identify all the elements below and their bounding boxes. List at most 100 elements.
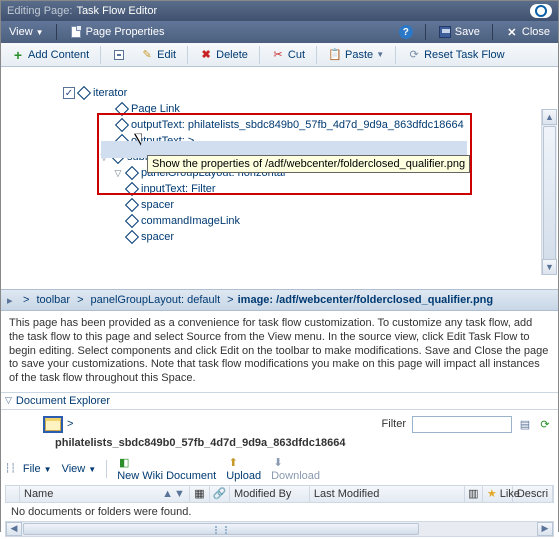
tree-node-iterator[interactable]: ✓ iterator: [5, 85, 558, 101]
title-label: Editing Page:: [7, 5, 72, 17]
breadcrumb-sep: >: [77, 294, 83, 306]
new-wiki-button[interactable]: ◧ New Wiki Document: [114, 455, 219, 483]
download-button[interactable]: ⬇ Download: [268, 455, 323, 483]
column-last-modified[interactable]: Last Modified: [310, 486, 465, 502]
file-menu[interactable]: File ▼: [20, 462, 55, 476]
show-catalog-icon: [112, 48, 126, 62]
breadcrumb-item[interactable]: toolbar: [33, 293, 73, 307]
save-button[interactable]: Save: [434, 24, 484, 40]
breadcrumb-expand-icon[interactable]: ▸: [7, 294, 19, 307]
advanced-filter-icon[interactable]: ▤: [518, 417, 532, 431]
filter-label: Filter: [382, 418, 406, 430]
column-icon-2[interactable]: 🔗: [210, 486, 230, 502]
scroll-thumb[interactable]: [543, 126, 556, 268]
column-last-label: Last Modified: [314, 488, 379, 500]
close-label: Close: [522, 26, 550, 38]
separator: [187, 46, 188, 64]
document-explorer-title: Document Explorer: [16, 395, 110, 407]
node-icon: [125, 166, 139, 180]
disk-icon: [438, 25, 452, 39]
node-label: spacer: [141, 231, 174, 243]
collapse-icon[interactable]: ▽: [5, 395, 12, 406]
breadcrumb-current: image: /adf/webcenter/folderclosed_quali…: [238, 294, 494, 306]
filter-input[interactable]: [412, 416, 512, 433]
column-description[interactable]: Descri: [513, 486, 553, 502]
paste-button[interactable]: 📋 Paste ▼: [322, 45, 390, 65]
path-row: > Filter ▤ ⟳: [5, 412, 554, 437]
refresh-icon[interactable]: ⟳: [538, 417, 552, 431]
tree-node-command-image-link[interactable]: commandImageLink: [5, 213, 558, 229]
column-icon-3[interactable]: ▥: [465, 486, 483, 502]
scroll-left-button[interactable]: ◀: [6, 522, 22, 536]
row-selector-header[interactable]: [6, 486, 20, 502]
close-icon: ✕: [505, 25, 519, 39]
column-modified-by[interactable]: Modified By: [230, 486, 310, 502]
table-header: Name ▲▼ ▦ 🔗 Modified By Last Modified ▥ …: [5, 485, 554, 503]
tree-node-output-text-1[interactable]: outputText: philatelists_sbdc849b0_57fb_…: [5, 117, 558, 133]
paste-label: Paste: [345, 49, 373, 61]
view-menu-docs[interactable]: View ▼: [59, 462, 100, 476]
horizontal-scrollbar[interactable]: ◀ ▶: [5, 521, 554, 537]
separator: [316, 46, 317, 64]
drag-handle-icon[interactable]: ┆┆: [5, 463, 16, 474]
download-icon: ⬇: [271, 456, 285, 470]
column-icon-1[interactable]: ▦: [190, 486, 210, 502]
scroll-down-button[interactable]: ▼: [542, 259, 557, 275]
title-bar: Editing Page: Task Flow Editor: [1, 1, 558, 21]
upload-button[interactable]: ⬆ Upload: [223, 455, 264, 483]
column-name[interactable]: Name ▲▼: [20, 486, 190, 502]
wiki-icon: ◧: [117, 456, 131, 470]
new-wiki-label: New Wiki Document: [117, 470, 216, 482]
column-desc-label: Descri: [517, 488, 548, 500]
column-like[interactable]: ★ Like: [483, 486, 513, 502]
node-label: inputText: Filter: [141, 183, 216, 195]
pencil-icon: ✎: [140, 48, 154, 62]
plus-icon: +: [11, 48, 25, 62]
reset-label: Reset Task Flow: [424, 49, 505, 61]
view-menu-label: View: [9, 26, 33, 38]
menu-bar: View ▼ Page Properties ? Save ✕ Close: [1, 21, 558, 43]
scroll-thumb[interactable]: [23, 523, 419, 535]
help-button[interactable]: ?: [395, 24, 417, 40]
page-properties-button[interactable]: Page Properties: [65, 24, 169, 40]
sort-desc-icon[interactable]: ▼: [174, 488, 185, 500]
node-label: outputText: philatelists_sbdc849b0_57fb_…: [131, 119, 464, 131]
current-folder-name: philatelists_sbdc849b0_57fb_4d7d_9d9a_86…: [5, 437, 554, 453]
delete-button[interactable]: ✖ Delete: [193, 45, 254, 65]
source-tree[interactable]: ✓ iterator Page Link outputText: philate…: [1, 67, 558, 289]
close-button[interactable]: ✕ Close: [501, 24, 554, 40]
breadcrumb-item[interactable]: panelGroupLayout: default: [88, 293, 224, 307]
view-menu[interactable]: View ▼: [5, 25, 48, 39]
breadcrumb-sep: >: [227, 294, 233, 306]
reset-task-flow-button[interactable]: ⟳ Reset Task Flow: [401, 45, 511, 65]
star-icon: ★: [487, 487, 497, 500]
cut-button[interactable]: ✂ Cut: [265, 45, 311, 65]
show-catalog-button[interactable]: [106, 45, 132, 65]
collapse-icon[interactable]: ▽: [113, 168, 123, 179]
tree-node-spacer-2[interactable]: spacer: [5, 229, 558, 245]
node-icon: [115, 118, 129, 132]
delete-icon: ✖: [199, 48, 213, 62]
sort-asc-icon[interactable]: ▲: [162, 488, 173, 500]
tree-vertical-scrollbar[interactable]: ▲ ▼: [541, 109, 557, 275]
document-explorer-header[interactable]: ▽ Document Explorer: [1, 392, 558, 410]
chevron-down-icon: ▼: [36, 28, 44, 37]
edit-button[interactable]: ✎ Edit: [134, 45, 182, 65]
tree-node-page-link[interactable]: Page Link: [5, 101, 558, 117]
scroll-up-button[interactable]: ▲: [542, 109, 557, 125]
add-content-button[interactable]: + Add Content: [5, 45, 95, 65]
folder-icon[interactable]: [45, 418, 61, 431]
chevron-down-icon: ▼: [88, 465, 96, 474]
separator: [425, 24, 426, 40]
tree-node-input-text[interactable]: inputText: Filter: [5, 181, 558, 197]
breadcrumb-sep: >: [23, 294, 29, 306]
node-icon: [125, 214, 139, 228]
node-icon: [125, 230, 139, 244]
page-properties-label: Page Properties: [86, 26, 165, 38]
column-modby-label: Modified By: [234, 488, 291, 500]
node-icon: [125, 198, 139, 212]
node-icon: [77, 86, 91, 100]
checkbox-icon[interactable]: ✓: [63, 87, 75, 99]
scroll-right-button[interactable]: ▶: [537, 522, 553, 536]
tree-node-spacer-1[interactable]: spacer: [5, 197, 558, 213]
